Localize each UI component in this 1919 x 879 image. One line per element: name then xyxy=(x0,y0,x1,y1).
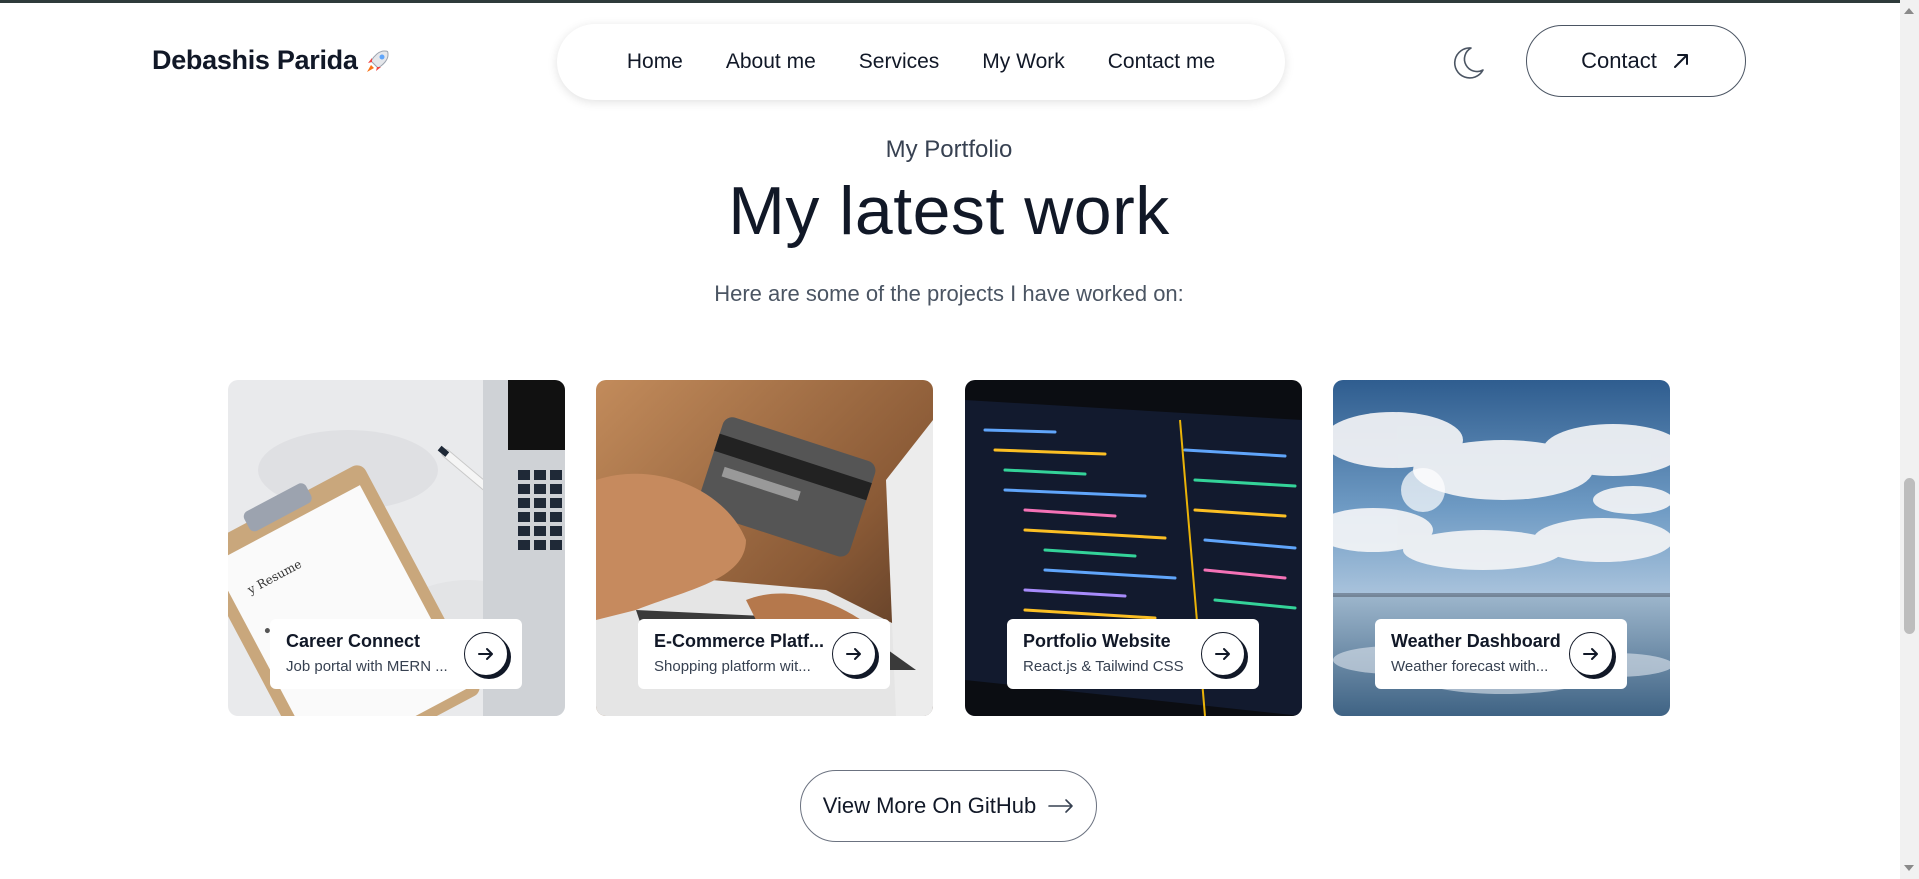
project-title: E-Commerce Platf... xyxy=(654,631,825,651)
project-open-button[interactable] xyxy=(464,632,508,676)
project-description: Weather forecast with... xyxy=(1391,658,1549,675)
arrow-right-icon xyxy=(1215,648,1230,660)
project-description: React.js & Tailwind CSS xyxy=(1023,658,1184,675)
project-card[interactable]: E-Commerce Platf... Shopping platform wi… xyxy=(596,380,933,716)
section-subtitle: Here are some of the projects I have wor… xyxy=(714,281,1184,306)
project-open-button[interactable] xyxy=(1569,632,1613,676)
scroll-up-icon[interactable] xyxy=(1904,8,1914,14)
section-kicker: My Portfolio xyxy=(885,136,1013,163)
nav-contact[interactable]: Contact me xyxy=(1108,50,1215,74)
moon-icon[interactable] xyxy=(1449,44,1487,82)
nav-about[interactable]: About me xyxy=(726,50,816,74)
project-description: Shopping platform wit... xyxy=(654,658,811,675)
contact-button[interactable]: Contact xyxy=(1526,25,1746,97)
nav-home[interactable]: Home xyxy=(627,50,683,74)
project-title: Weather Dashboard xyxy=(1391,631,1561,651)
main-nav: Home About me Services My Work Contact m… xyxy=(557,24,1285,100)
page-scrollbar[interactable] xyxy=(1900,0,1919,879)
project-info: E-Commerce Platf... Shopping platform wi… xyxy=(638,619,890,689)
project-description: Job portal with MERN ... xyxy=(286,658,448,675)
arrow-right-icon xyxy=(846,648,861,660)
project-card[interactable]: Weather Dashboard Weather forecast with.… xyxy=(1333,380,1670,716)
scroll-thumb[interactable] xyxy=(1904,478,1915,634)
section-title: My latest work xyxy=(728,173,1170,249)
nav-my-work[interactable]: My Work xyxy=(982,50,1064,74)
project-info: Portfolio Website React.js & Tailwind CS… xyxy=(1007,619,1259,689)
project-card[interactable]: y Resume Career Connect Job portal with … xyxy=(228,380,565,716)
window-top-border xyxy=(0,0,1919,3)
project-title: Career Connect xyxy=(286,631,421,651)
view-github-button[interactable]: View More On GitHub xyxy=(800,770,1097,842)
project-info: Career Connect Job portal with MERN ... xyxy=(270,619,522,689)
project-card[interactable]: Portfolio Website React.js & Tailwind CS… xyxy=(965,380,1302,716)
nav-services[interactable]: Services xyxy=(859,50,940,74)
project-open-button[interactable] xyxy=(832,632,876,676)
project-open-button[interactable] xyxy=(1201,632,1245,676)
project-title: Portfolio Website xyxy=(1023,631,1171,651)
view-github-label: View More On GitHub xyxy=(822,793,1037,818)
project-info: Weather Dashboard Weather forecast with.… xyxy=(1375,619,1627,689)
contact-button-label: Contact xyxy=(1581,48,1657,73)
scroll-down-icon[interactable] xyxy=(1904,865,1914,871)
brand-name: Debashis Parida xyxy=(152,45,358,75)
rocket-icon xyxy=(366,49,389,72)
arrow-right-icon xyxy=(478,648,493,660)
arrow-up-right-icon xyxy=(1673,54,1688,68)
brand-logo[interactable]: Debashis Parida xyxy=(152,45,392,76)
arrow-right-icon xyxy=(1048,799,1074,813)
arrow-right-icon xyxy=(1583,648,1598,660)
